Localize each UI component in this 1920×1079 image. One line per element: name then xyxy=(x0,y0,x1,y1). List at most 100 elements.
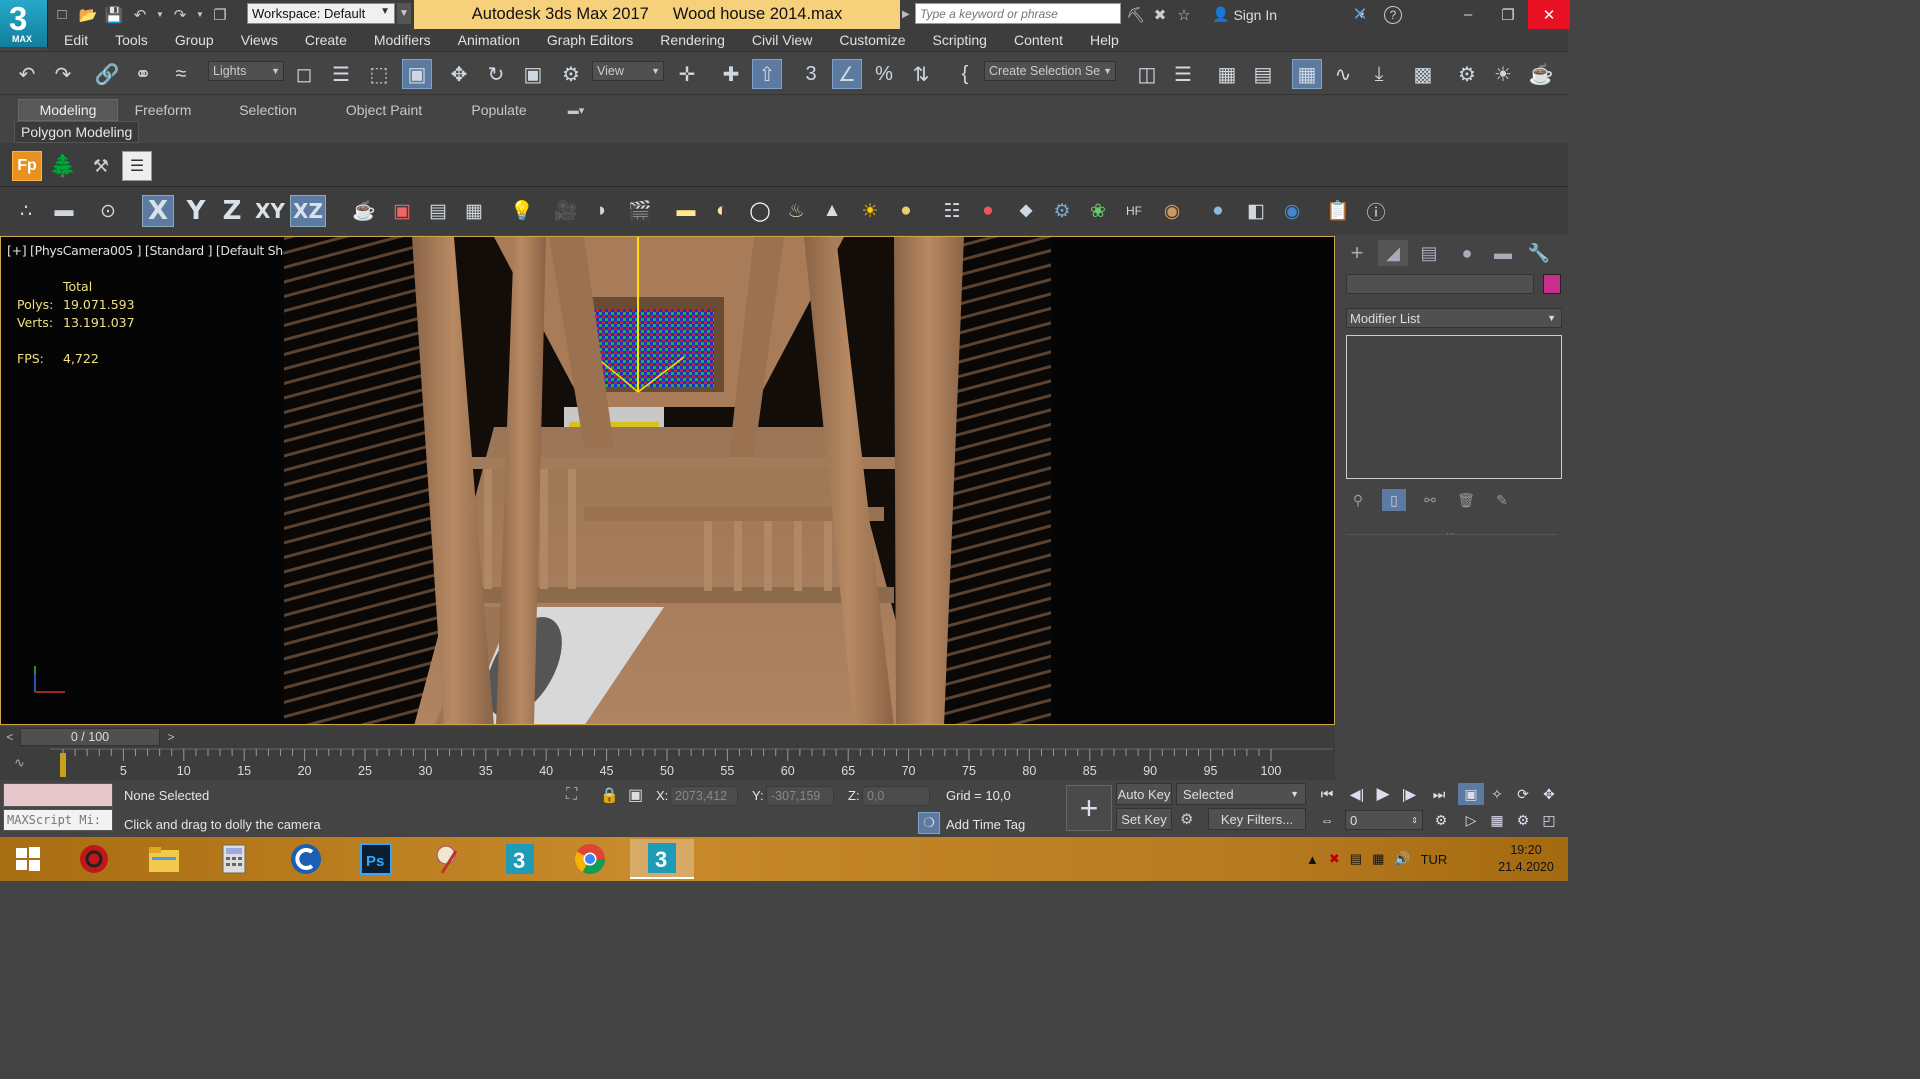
file-explorer-icon[interactable] xyxy=(142,839,186,879)
bind-space-warp-icon[interactable]: ≈ xyxy=(166,59,196,89)
time-slider-thumb[interactable]: 0 / 100 xyxy=(20,728,160,746)
time-tag-icon[interactable]: ❍ xyxy=(918,812,940,834)
photoshop-icon[interactable]: Ps xyxy=(354,839,398,879)
make-unique-icon[interactable]: ⚯ xyxy=(1418,489,1442,511)
previous-frame-icon[interactable]: < xyxy=(2,728,18,746)
tab-modeling[interactable]: Modeling xyxy=(18,99,118,121)
railclone-tree-icon[interactable]: 🌲 xyxy=(48,151,78,181)
key-mode-dropdown[interactable]: Selected ▼ xyxy=(1176,783,1306,805)
signal-icon[interactable]: ▦ xyxy=(1372,851,1384,867)
axis-z-button[interactable]: Z xyxy=(216,195,248,227)
tab-freeform[interactable]: Freeform xyxy=(122,99,204,121)
plane-icon[interactable]: ⬥ xyxy=(1010,195,1042,227)
table-icon[interactable]: ▦ xyxy=(458,195,490,227)
display-tab-icon[interactable]: ▬ xyxy=(1488,240,1518,266)
utilities-tab-icon[interactable]: 🔧 xyxy=(1524,240,1554,266)
render-frame-icon[interactable]: ▣ xyxy=(386,195,418,227)
select-move-icon[interactable]: ✥ xyxy=(444,59,474,89)
isolate-selection-icon[interactable]: ⛶ xyxy=(566,786,577,804)
menu-animation[interactable]: Animation xyxy=(441,29,530,51)
maxscript-listener-input[interactable]: MAXScript Mi: xyxy=(3,809,113,831)
workspace-dropdown[interactable]: Workspace: Default ▼ xyxy=(247,3,395,24)
axis-x-button[interactable]: X xyxy=(142,195,174,227)
viewport-label[interactable]: [+] [PhysCamera005 ] [Standard ] [Defaul… xyxy=(7,243,325,258)
configure-sets-icon[interactable]: ✎ xyxy=(1490,489,1514,511)
zoom-extents-icon[interactable]: ▣ xyxy=(1458,783,1484,805)
next-frame-icon[interactable]: > xyxy=(163,728,179,746)
snaps-toggle-icon[interactable]: 3 xyxy=(796,59,826,89)
sphere-icon[interactable]: ● xyxy=(1202,195,1234,227)
dome-light-icon[interactable]: ◐ xyxy=(706,195,738,227)
communication-center-icon[interactable]: ✖ xyxy=(1150,5,1170,25)
network-warning-icon[interactable]: ✖ xyxy=(1329,851,1340,867)
app-menu-button[interactable]: 3 MAX xyxy=(0,0,48,47)
undo-icon[interactable]: ↶ xyxy=(130,5,150,25)
material-editor-icon[interactable]: ▩ xyxy=(1408,59,1438,89)
pan-icon[interactable]: ✥ xyxy=(1536,783,1562,805)
object-color-swatch[interactable] xyxy=(1543,274,1561,294)
forest-pack-icon[interactable]: Fp xyxy=(12,151,42,181)
modifier-stack[interactable] xyxy=(1346,335,1562,479)
previous-key-icon[interactable]: ◀​| xyxy=(1344,783,1370,805)
open-file-icon[interactable]: 📂 xyxy=(78,5,98,25)
restore-icon[interactable]: ❐ xyxy=(1488,0,1528,29)
snap-dots-icon[interactable]: ⊙ xyxy=(92,195,124,227)
edit-named-selection-icon[interactable]: { xyxy=(950,59,980,89)
ies-light-icon[interactable]: ● xyxy=(890,195,922,227)
menu-scripting[interactable]: Scripting xyxy=(915,29,996,51)
keyboard-language[interactable]: TUR xyxy=(1421,852,1448,867)
walk-through-icon[interactable]: ▦ xyxy=(1484,809,1510,831)
percent-snap-icon[interactable]: % xyxy=(869,59,899,89)
set-keys-icon[interactable]: + xyxy=(1066,785,1112,831)
redo-icon[interactable]: ↷ xyxy=(170,5,190,25)
auto-key-button[interactable]: Auto Key xyxy=(1116,783,1172,805)
sign-in-button[interactable]: 👤 Sign In ▼ xyxy=(1212,2,1366,27)
physical-camera-icon[interactable]: ◗ xyxy=(586,195,618,227)
axis-y-button[interactable]: Y xyxy=(180,195,212,227)
play-icon[interactable]: ▶ xyxy=(1370,783,1396,805)
fur-icon[interactable]: ☷ xyxy=(936,195,968,227)
select-object-icon[interactable]: ◻ xyxy=(289,59,319,89)
menu-tools[interactable]: Tools xyxy=(98,29,158,51)
3ds-max-taskbar-icon-2[interactable]: 3 xyxy=(630,839,694,879)
polygon-modeling-panel[interactable]: Polygon Modeling xyxy=(14,121,140,143)
modifier-list-dropdown[interactable]: Modifier List ▼ xyxy=(1346,308,1562,328)
y-coord-field[interactable]: -307,159 xyxy=(766,786,834,806)
motion-tab-icon[interactable]: ● xyxy=(1452,240,1482,266)
time-config-icon[interactable]: ⚙ xyxy=(1428,809,1454,831)
menu-views[interactable]: Views xyxy=(224,29,288,51)
listener-output[interactable] xyxy=(3,783,113,807)
notification-icon[interactable]: ▤ xyxy=(1350,851,1362,867)
favorites-star-icon[interactable]: ☆ xyxy=(1174,5,1194,25)
grass-icon[interactable]: ❀ xyxy=(1082,195,1114,227)
scene-converter-icon[interactable]: ◧ xyxy=(1240,195,1272,227)
autodesk-exchange-icon[interactable]: ✕ xyxy=(1350,4,1370,25)
named-selection-dropdown[interactable]: Create Selection Se ▼ xyxy=(984,61,1116,81)
menu-rendering[interactable]: Rendering xyxy=(643,29,735,51)
field-of-view-icon[interactable]: ✧ xyxy=(1484,783,1510,805)
rendered-frame-window-icon[interactable]: ☀ xyxy=(1488,59,1518,89)
ribbon-minimize-icon[interactable]: ▬▾ xyxy=(558,99,594,121)
menu-civil-view[interactable]: Civil View xyxy=(735,29,822,51)
sun-icon[interactable]: ☀ xyxy=(854,195,886,227)
binoculars-icon[interactable]: ⛏ xyxy=(1126,5,1146,25)
select-place-icon[interactable]: ⚙ xyxy=(556,59,586,89)
antivirus-app-icon[interactable] xyxy=(72,839,116,879)
windows-start-icon[interactable] xyxy=(6,839,50,879)
help-icon[interactable]: ⓘ xyxy=(1360,195,1392,227)
dolly-icon[interactable]: ▷ xyxy=(1458,809,1484,831)
quick-access-customize-icon[interactable]: ▼ xyxy=(397,3,411,24)
keyboard-shortcut-override-icon[interactable]: ⇧ xyxy=(752,59,782,89)
tray-chevron-up-icon[interactable]: ▲ xyxy=(1306,852,1319,867)
render-region-icon[interactable]: ◉ xyxy=(1276,195,1308,227)
search-expand-icon[interactable]: ▶ xyxy=(902,3,914,25)
3ds-max-taskbar-icon-1[interactable]: 3 xyxy=(498,839,542,879)
reference-coordinate-dropdown[interactable]: View ▼ xyxy=(592,61,664,81)
menu-graph-editors[interactable]: Graph Editors xyxy=(530,29,643,51)
object-name-input[interactable] xyxy=(1346,274,1534,294)
orbit-icon[interactable]: ⟳ xyxy=(1510,783,1536,805)
undo-icon[interactable]: ↶ xyxy=(12,59,42,89)
z-coord-field[interactable]: 0,0 xyxy=(862,786,930,806)
modify-tab-icon[interactable]: ◢ xyxy=(1378,240,1408,266)
axis-xy-button[interactable]: XY xyxy=(252,195,288,227)
